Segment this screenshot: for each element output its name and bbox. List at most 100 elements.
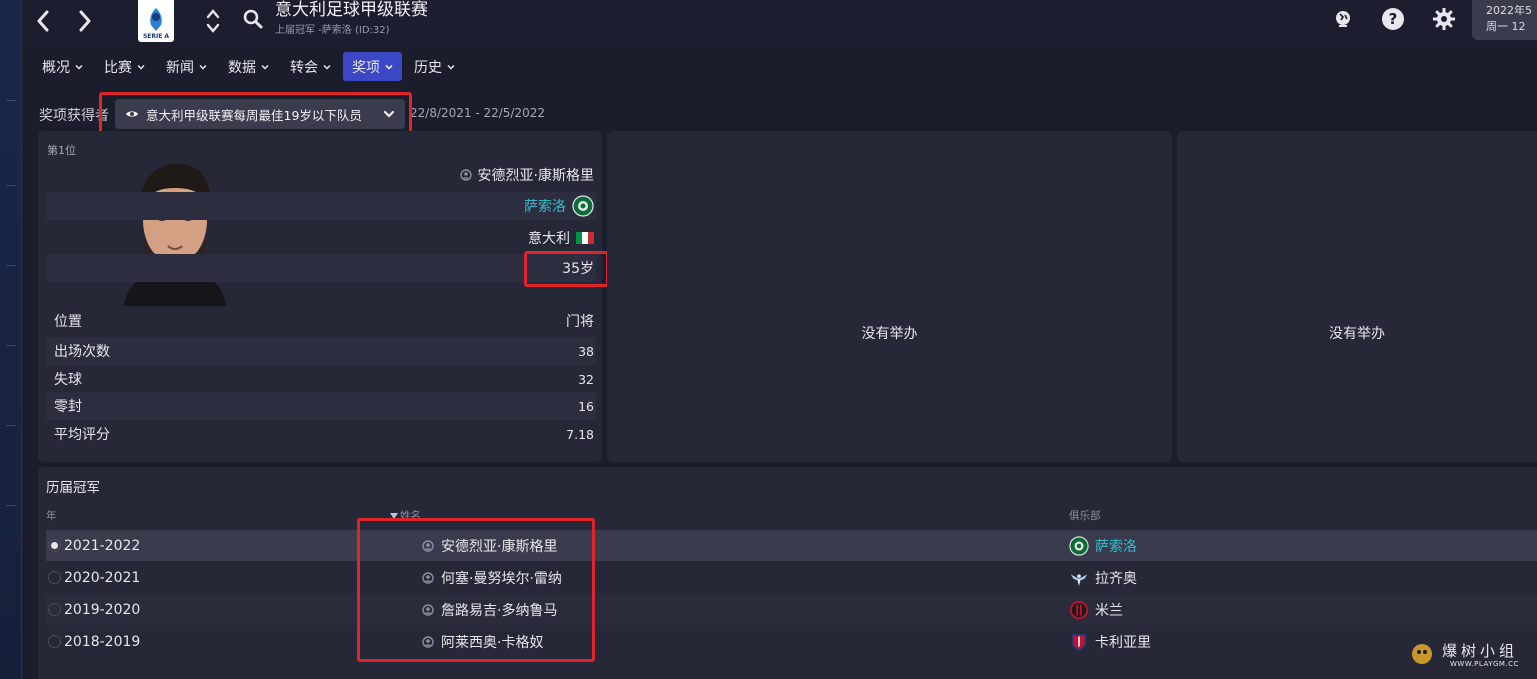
settings-button[interactable] [1432,7,1456,31]
row-club-name[interactable]: 米兰 [1095,600,1123,620]
sassuolo-crest-icon [1069,535,1089,556]
strip-tick [6,345,16,346]
cagliari-crest-icon [1071,633,1087,651]
tab-overview[interactable]: 概况 [33,52,92,81]
empty-award-card: 没有举办 [607,131,1172,462]
stat-value: 7.18 [566,426,594,442]
search-button[interactable] [242,8,264,30]
page-subtitle: 上届冠军 -萨索洛 (ID:32) [275,25,390,36]
tab-news[interactable]: 新闻 [157,52,216,81]
row-player-name[interactable]: 詹路易吉·多纳鲁马 [441,600,557,620]
up-down-arrows-icon [206,9,220,33]
tab-label: 历史 [414,59,442,76]
help-icon: ? [1382,8,1404,30]
tab-stats[interactable]: 数据 [219,52,278,81]
chevron-down-icon [199,64,207,70]
row-radio[interactable] [48,635,61,648]
stat-label: 平均评分 [54,427,110,443]
chevron-down-icon [385,64,393,70]
winner-nation[interactable]: 意大利 [528,228,570,248]
person-icon [422,571,434,584]
stat-value: 32 [578,371,594,387]
back-button[interactable] [28,6,58,36]
person-icon [422,539,434,552]
stat-label: 位置 [54,314,82,330]
table-row[interactable]: 2019-2020 詹路易吉·多纳鲁马 米兰 [46,594,1537,625]
page-title: 意大利足球甲级联赛 [275,0,428,20]
gear-icon [1433,8,1455,30]
award-dropdown[interactable]: 意大利甲级联赛每周最佳19岁以下队员 [115,99,405,129]
stat-label: 出场次数 [54,344,110,360]
lazio-eagle-icon [1070,573,1088,586]
table-row[interactable]: 2020-2021 何塞·曼努埃尔·雷纳 拉齐奥 [46,562,1537,593]
row-player: 何塞·曼努埃尔·雷纳 [404,568,1069,588]
globe-icon [1336,11,1350,27]
watermark-text: 爆树小组 [1442,642,1519,660]
row-player-name[interactable]: 阿莱西奥·卡格奴 [441,632,543,652]
tab-matches[interactable]: 比赛 [95,52,154,81]
news-button[interactable] [1331,7,1355,31]
tab-label: 比赛 [104,59,132,76]
forward-button[interactable] [70,6,100,36]
chevron-down-icon [447,64,455,70]
row-radio[interactable] [48,571,61,584]
winner-nation-row: 意大利 [46,224,596,252]
row-player: 阿莱西奥·卡格奴 [404,632,1069,652]
row-player-name[interactable]: 何塞·曼努埃尔·雷纳 [441,568,562,588]
row-year: 2019-2020 [64,601,141,618]
top-header: SERIE A 意大利足球甲级联赛 上届冠军 -萨索洛 (ID:32) ? 20… [22,0,1537,44]
watermark: 爆树小组 WWW.PLAYGM.CC [1408,640,1533,675]
column-header-name-label: 姓名 [400,510,421,522]
stat-value: 16 [578,398,594,414]
game-date[interactable]: 2022年5 周一 12 [1472,0,1537,40]
row-club: 拉齐奥 [1069,568,1137,588]
row-radio[interactable] [48,539,61,552]
tab-history[interactable]: 历史 [405,52,464,81]
stat-row: 失球 32 [46,365,596,393]
tab-transfers[interactable]: 转会 [281,52,340,81]
column-header-name[interactable]: 姓名 [390,508,421,523]
row-player-name[interactable]: 安德烈亚·康斯格里 [441,536,557,556]
milan-crest-icon [1069,600,1089,619]
winner-club-link[interactable]: 萨索洛 [524,196,566,216]
stat-row: 位置 门将 [46,307,596,335]
row-club-name[interactable]: 萨索洛 [1095,536,1137,556]
sort-desc-icon [390,512,398,519]
tab-awards[interactable]: 奖项 [343,52,402,81]
strip-tick [6,425,16,426]
row-player: 詹路易吉·多纳鲁马 [404,600,1069,620]
row-year: 2018-2019 [64,633,141,650]
tab-label: 转会 [290,59,318,76]
winner-age: 35岁 [562,261,594,277]
stat-row: 出场次数 38 [46,337,596,365]
tab-label: 新闻 [166,59,194,76]
left-strip [0,0,22,679]
chevron-down-icon [261,64,269,70]
column-header-year[interactable]: 年 [46,508,57,523]
watermark-url: WWW.PLAYGM.CC [1450,660,1519,668]
table-row[interactable]: 2018-2019 阿莱西奥·卡格奴 卡利亚里 [46,626,1537,657]
row-radio[interactable] [48,603,61,616]
winner-name[interactable]: 安德烈亚·康斯格里 [478,165,594,185]
winner-rank: 第1位 [47,144,76,157]
help-button[interactable]: ? [1381,7,1405,31]
history-title: 历届冠军 [46,480,100,496]
strip-tick [6,100,16,101]
not-held-text: 没有举办 [861,326,918,342]
chevron-down-icon [383,110,395,118]
row-club-name[interactable]: 卡利亚里 [1095,632,1151,652]
logo-text: SERIE A [142,33,170,40]
person-icon [459,169,472,181]
not-held-text: 没有举办 [1329,326,1385,342]
row-year: 2020-2021 [64,569,141,586]
winner-blank-row [46,282,596,306]
competition-switcher[interactable] [202,4,224,38]
row-club-name[interactable]: 拉齐奥 [1095,568,1137,588]
eye-icon [126,111,138,117]
chevron-left-icon [37,10,49,32]
tab-label: 数据 [228,59,256,76]
row-club: 米兰 [1069,600,1123,620]
row-year: 2021-2022 [64,537,141,554]
column-header-club[interactable]: 俱乐部 [1069,508,1101,523]
table-row[interactable]: 2021-2022 安德烈亚·康斯格里 萨索洛 [46,530,1537,561]
